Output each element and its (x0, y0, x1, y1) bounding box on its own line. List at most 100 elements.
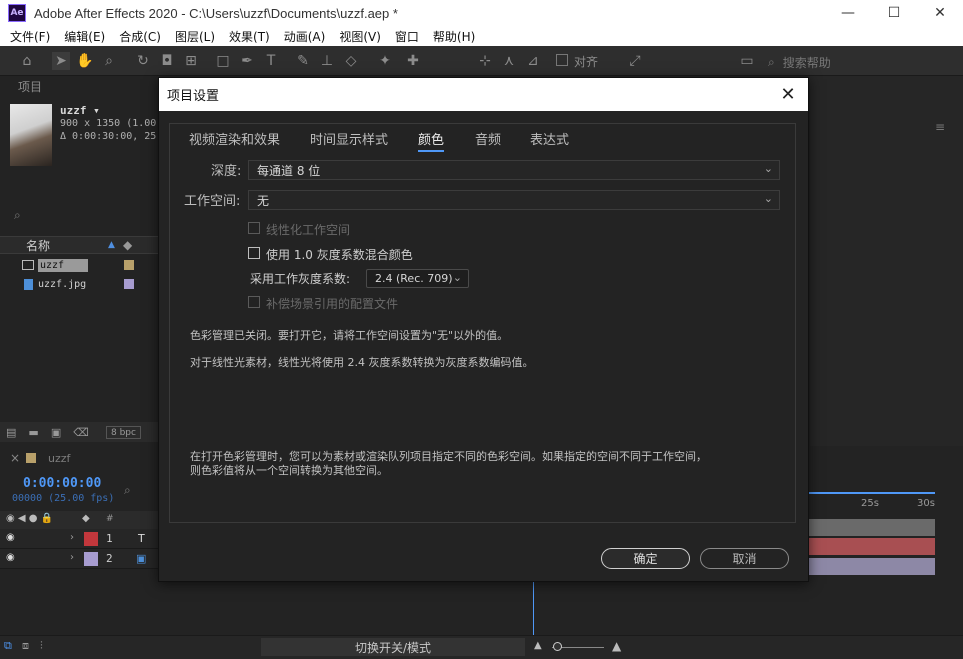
playhead-line[interactable] (533, 580, 534, 635)
menu-effect[interactable]: 效果(T) (229, 28, 270, 45)
menu-view[interactable]: 视图(V) (339, 28, 381, 45)
maximize-button[interactable]: ☐ (871, 0, 917, 26)
help-search[interactable]: ⌕ 搜索帮助 (768, 52, 956, 72)
trash-icon[interactable]: ⌫ (73, 426, 89, 439)
workspace-select[interactable]: 无 ⌄ (248, 190, 780, 210)
layer-row[interactable]: ◉ › 2 ▣ (0, 549, 160, 569)
close-icon[interactable]: ✕ (774, 80, 802, 108)
timeline-panel: × uzzf 0:00:00:00 00000 (25.00 fps) ⌕ ◉ … (0, 445, 160, 635)
depth-select[interactable]: 每通道 8 位 ⌄ (248, 160, 780, 180)
layer-color-swatch[interactable] (84, 532, 98, 546)
minimize-button[interactable]: — (825, 0, 871, 26)
snap-checkbox[interactable] (556, 54, 568, 66)
tab-color[interactable]: 颜色 (418, 129, 445, 152)
tab-audio[interactable]: 音频 (475, 129, 501, 148)
pan-behind-tool-icon[interactable]: ⊞ (182, 52, 200, 70)
menu-animation[interactable]: 动画(A) (284, 28, 326, 45)
expand-arrow-icon[interactable]: › (70, 552, 74, 563)
project-tab[interactable]: 项目 (18, 78, 42, 95)
sort-ascending-icon[interactable]: ▲ (108, 240, 115, 250)
interpret-footage-icon[interactable]: ▤ (6, 426, 16, 439)
frame-rate-readout: 00000 (25.00 fps) (12, 493, 115, 504)
camera-tool-icon[interactable]: ◘ (158, 52, 176, 70)
timeline-comp-tab[interactable]: uzzf (48, 452, 70, 465)
visibility-column-icon[interactable]: ◉ ◀ ● 🔒 (6, 513, 53, 524)
layer-color-swatch[interactable] (84, 552, 98, 566)
zoom-out-icon[interactable]: ▲ (534, 640, 542, 651)
linearize-label: 线性化工作空间 (266, 223, 351, 237)
linearize-checkbox[interactable] (248, 222, 260, 234)
menu-layer[interactable]: 图层(L) (175, 28, 215, 45)
rotation-tool-icon[interactable]: ↻ (134, 52, 152, 70)
close-window-button[interactable]: ✕ (917, 0, 963, 26)
label-swatch[interactable] (124, 260, 134, 270)
layer-track[interactable] (805, 519, 935, 536)
toggle-switches-modes-button[interactable]: 切换开关/模式 (261, 638, 525, 656)
cancel-button[interactable]: 取消 (700, 548, 789, 569)
zoom-in-icon[interactable]: ▲ (612, 639, 621, 653)
new-folder-icon[interactable]: ▬ (28, 426, 38, 439)
column-name[interactable]: 名称 (26, 237, 50, 254)
gamma-select[interactable]: 2.4 (Rec. 709) ⌄ (366, 269, 469, 288)
label-column-icon[interactable]: ◆ (82, 513, 90, 524)
ruler-label: 25s (861, 498, 879, 509)
puppet-tool-icon[interactable]: ✚ (404, 52, 422, 70)
project-item[interactable]: uzzf.jpg (0, 275, 160, 293)
timeline-search-icon[interactable]: ⌕ (124, 483, 131, 498)
current-timecode[interactable]: 0:00:00:00 (23, 476, 101, 491)
modes-icon[interactable]: ⫶ (40, 639, 43, 653)
rectangle-tool-icon[interactable]: □ (214, 52, 232, 70)
menu-file[interactable]: 文件(F) (10, 28, 50, 45)
tools-panel: ⌂ ➤ ✋ ⌕ ↻ ◘ ⊞ □ ✒ T ✎ ⊥ ◇ ✦ ✚ ⊹ ⋏ ⊿ 对齐 ⤢… (0, 46, 963, 76)
blend-gamma-checkbox[interactable] (248, 247, 260, 259)
pen-tool-icon[interactable]: ✒ (238, 52, 256, 70)
tab-time-display[interactable]: 时间显示样式 (310, 129, 388, 148)
compensate-checkbox[interactable] (248, 296, 260, 308)
world-axis-icon[interactable]: ⋏ (500, 52, 518, 70)
layer-track-image[interactable] (805, 558, 935, 575)
layer-row[interactable]: ◉ › 1 T (0, 529, 160, 549)
menu-help[interactable]: 帮助(H) (433, 28, 475, 45)
close-tab-icon[interactable]: × (10, 451, 20, 465)
tab-video-rendering[interactable]: 视频渲染和效果 (189, 129, 280, 148)
view-axis-icon[interactable]: ⊿ (524, 52, 542, 70)
brush-tool-icon[interactable]: ✎ (294, 52, 312, 70)
snap-option-icon[interactable]: ⤢ (626, 52, 644, 70)
menu-window[interactable]: 窗口 (395, 28, 419, 45)
project-search-icon[interactable]: ⌕ (14, 208, 21, 223)
hand-tool-icon[interactable]: ✋ (76, 52, 94, 70)
layer-track-text[interactable] (805, 538, 935, 555)
eraser-tool-icon[interactable]: ◇ (342, 52, 360, 70)
label-column-icon[interactable]: ◆ (123, 238, 132, 252)
ok-button[interactable]: 确定 (601, 548, 690, 569)
project-item[interactable]: uzzf (0, 256, 160, 274)
panel-menu-icon[interactable]: ≡ (935, 120, 945, 134)
workspace-icon[interactable]: ▭ (738, 52, 756, 70)
zoom-slider-handle[interactable] (553, 642, 562, 651)
selection-tool-icon[interactable]: ➤ (52, 52, 70, 70)
image-file-icon (24, 278, 33, 290)
menu-edit[interactable]: 编辑(E) (64, 28, 105, 45)
eye-icon[interactable]: ◉ (6, 552, 15, 563)
new-comp-icon[interactable]: ▣ (51, 426, 61, 439)
comp-flowchart-icon[interactable]: ⧉ (4, 639, 12, 653)
composition-viewer: ≡ (810, 76, 963, 446)
comp-name[interactable]: uzzf ▾ (60, 104, 100, 117)
expand-arrow-icon[interactable]: › (70, 532, 74, 543)
label-swatch[interactable] (124, 279, 134, 289)
time-ruler[interactable]: 25s 30s (805, 492, 935, 512)
layer-number: 2 (106, 552, 113, 565)
zoom-tool-icon[interactable]: ⌕ (100, 52, 118, 70)
switches-icon[interactable]: ⧈ (22, 639, 29, 653)
bit-depth-button[interactable]: 8 bpc (106, 426, 141, 439)
home-icon[interactable]: ⌂ (18, 52, 36, 70)
work-area-bar[interactable] (805, 492, 935, 494)
menu-composition[interactable]: 合成(C) (119, 28, 161, 45)
clone-stamp-tool-icon[interactable]: ⊥ (318, 52, 336, 70)
local-axis-icon[interactable]: ⊹ (476, 52, 494, 70)
tab-expressions[interactable]: 表达式 (530, 129, 569, 148)
align-label: 对齐 (574, 55, 599, 69)
roto-brush-tool-icon[interactable]: ✦ (376, 52, 394, 70)
eye-icon[interactable]: ◉ (6, 532, 15, 543)
type-tool-icon[interactable]: T (262, 52, 280, 70)
